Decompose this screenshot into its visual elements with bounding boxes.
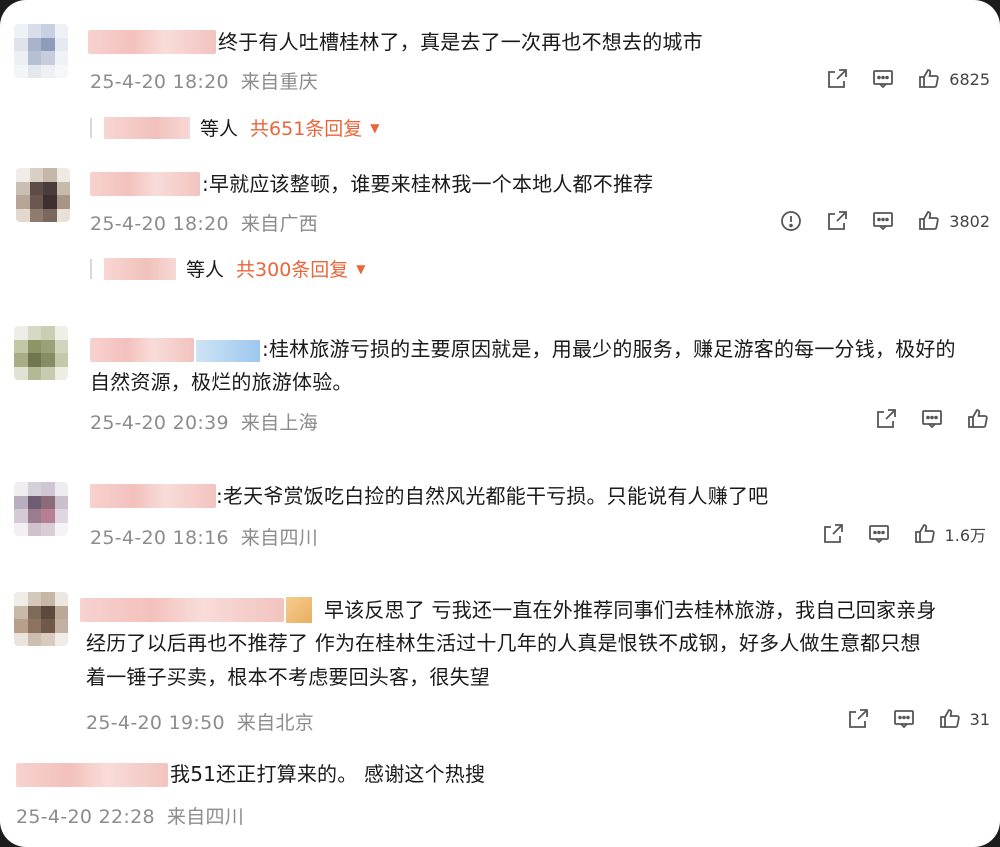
share-icon — [828, 211, 848, 230]
comment-actions — [852, 407, 990, 431]
comment-meta: 25-4-20 20:39 来自上海 — [90, 408, 318, 435]
comment-text: 早该反思了 亏我还一直在外推荐同事们去桂林旅游，我自己回家亲身 — [324, 598, 937, 622]
comment-icon — [873, 212, 894, 231]
share-button[interactable] — [825, 67, 849, 91]
timestamp: 25-4-20 18:20 — [90, 213, 229, 235]
timestamp: 25-4-20 19:50 — [86, 712, 225, 734]
comment-icon — [922, 410, 942, 429]
share-icon — [877, 409, 896, 428]
comment-icon — [893, 710, 914, 729]
comment-button[interactable] — [920, 407, 944, 431]
comment-list: 终于有人吐槽桂林了，真是去了一次再也不想去的城市 25-4-20 18:20 来自… — [0, 0, 1000, 847]
location: 来自四川 — [166, 806, 245, 828]
comment-meta: 25-4-20 22:28 来自四川 — [16, 802, 244, 829]
timestamp: 25-4-20 22:28 — [16, 806, 155, 828]
comment-actions: 31 — [824, 707, 990, 731]
like-count: 6825 — [949, 69, 990, 89]
comment-text-continued: 着一锤子买卖，根本不考虑要回头客，很失望 — [86, 665, 490, 689]
report-icon — [781, 211, 802, 231]
comment-actions: 6825 — [803, 67, 990, 91]
share-button[interactable] — [825, 209, 849, 233]
reply-username — [104, 257, 176, 280]
report-button[interactable] — [779, 209, 803, 233]
share-icon — [823, 524, 843, 543]
username[interactable] — [16, 763, 168, 787]
username[interactable] — [80, 598, 284, 622]
reply-count[interactable]: 共651条回复 — [250, 114, 362, 141]
reply-summary[interactable]: 等人 共300条回复 ▼ — [90, 255, 366, 282]
comment-text: :桂林旅游亏损的主要原因就是，用最少的服务，赚足游客的每一分钱，极好的 — [262, 337, 956, 361]
username[interactable] — [90, 338, 194, 362]
thumbs-up-icon — [939, 709, 960, 728]
like-button[interactable]: 3802 — [917, 209, 990, 233]
timestamp: 25-4-20 18:20 — [90, 71, 229, 93]
user-badge — [286, 597, 312, 623]
user-badge — [196, 340, 260, 362]
username[interactable] — [90, 172, 200, 196]
location: 来自上海 — [240, 412, 319, 434]
username[interactable] — [90, 484, 216, 508]
share-button[interactable] — [874, 407, 898, 431]
location: 来自北京 — [236, 712, 315, 734]
like-button[interactable]: 6825 — [917, 67, 990, 91]
avatar[interactable] — [14, 592, 68, 646]
reply-count[interactable]: 共300条回复 — [236, 255, 348, 282]
like-button[interactable] — [966, 407, 990, 431]
comment-meta: 25-4-20 18:20 来自广西 — [90, 209, 318, 236]
avatar[interactable] — [14, 24, 68, 78]
comment-text-continued: 经历了以后再也不推荐了 作为在桂林生活过十几年的人真是恨铁不成钢，好多人做生意都… — [86, 631, 921, 655]
reply-summary[interactable]: 等人 共651条回复 ▼ — [90, 114, 380, 141]
reply-divider — [90, 117, 92, 138]
like-count: 3802 — [949, 211, 990, 231]
share-button[interactable] — [821, 522, 845, 546]
comment-text: 我51还正打算来的。 感谢这个热搜 — [170, 762, 486, 786]
thumbs-up-icon — [919, 69, 940, 88]
thumbs-up-icon — [914, 524, 935, 543]
triangle-down-icon: ▼ — [370, 120, 380, 135]
avatar[interactable] — [14, 482, 68, 536]
timestamp: 25-4-20 18:16 — [90, 527, 229, 549]
location: 来自四川 — [240, 527, 319, 549]
share-button[interactable] — [846, 707, 870, 731]
avatar[interactable] — [16, 168, 70, 222]
reply-username — [104, 116, 190, 139]
location: 来自广西 — [240, 213, 319, 235]
comment-text: 终于有人吐槽桂林了，真是去了一次再也不想去的城市 — [218, 30, 703, 54]
avatar[interactable] — [14, 326, 68, 380]
share-icon — [828, 69, 848, 88]
like-count: 1.6万 — [944, 526, 986, 545]
username[interactable] — [88, 30, 216, 54]
reply-suffix: 等人 — [200, 118, 239, 140]
comment-text-continued: 自然资源，极烂的旅游体验。 — [90, 370, 353, 394]
comment-text: :老天爷赏饭吃白捡的自然风光都能干亏损。只能说有人赚了吧 — [216, 484, 769, 508]
thumbs-up-icon — [968, 409, 988, 428]
comment-button[interactable] — [892, 707, 916, 731]
comment-button[interactable] — [867, 522, 891, 546]
like-count: 31 — [969, 709, 990, 729]
reply-divider — [90, 258, 92, 279]
comment-actions: 1.6万 — [799, 522, 986, 546]
comment-button[interactable] — [871, 209, 895, 233]
comment-meta: 25-4-20 19:50 来自北京 — [86, 708, 314, 735]
timestamp: 25-4-20 20:39 — [90, 412, 229, 434]
triangle-down-icon: ▼ — [356, 261, 366, 276]
location: 来自重庆 — [240, 71, 319, 93]
like-button[interactable]: 31 — [938, 707, 990, 731]
thumbs-up-icon — [919, 211, 940, 230]
comment-icon — [868, 525, 889, 544]
reply-suffix: 等人 — [186, 259, 225, 281]
comment-button[interactable] — [871, 67, 895, 91]
comment-icon — [873, 70, 894, 89]
comment-text: :早就应该整顿，谁要来桂林我一个本地人都不推荐 — [202, 172, 654, 196]
comment-actions: 3802 — [757, 209, 990, 233]
share-icon — [848, 709, 868, 728]
comment-meta: 25-4-20 18:20 来自重庆 — [90, 67, 318, 94]
like-button[interactable]: 1.6万 — [913, 522, 986, 546]
comment-meta: 25-4-20 18:16 来自四川 — [90, 523, 318, 550]
